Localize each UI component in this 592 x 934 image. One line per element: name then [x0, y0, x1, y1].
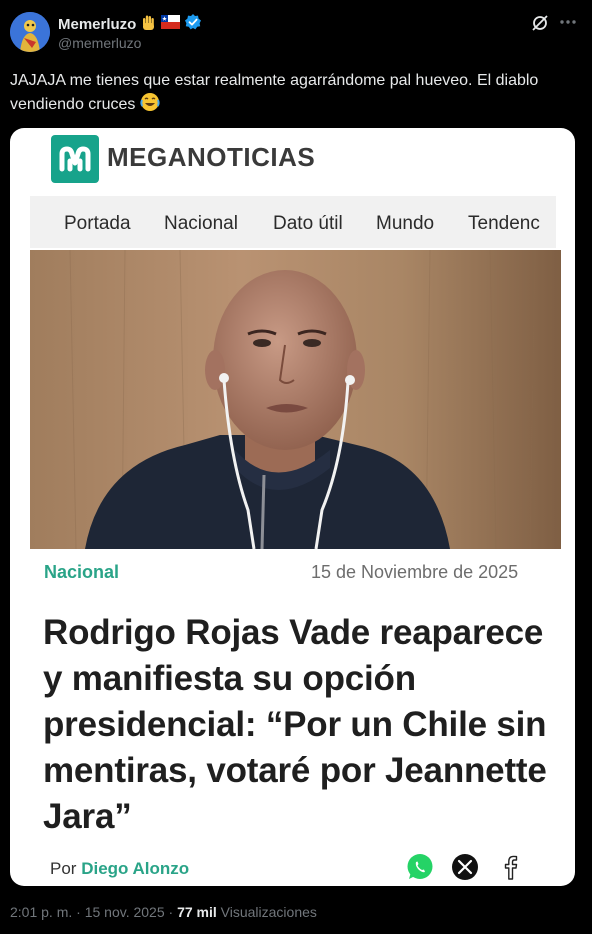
nav-item-mundo[interactable]: Mundo	[376, 213, 434, 235]
tweet-meta: 2:01 p. m. · 15 nov. 2025 · 77 mil Visua…	[10, 904, 317, 920]
handle[interactable]: @memerluzo	[58, 35, 141, 51]
nav-item-portada[interactable]: Portada	[64, 213, 131, 235]
nav-item-tendencias[interactable]: Tendenc	[468, 213, 540, 235]
display-name[interactable]: Memerluzo	[58, 16, 136, 33]
x-icon[interactable]	[451, 853, 479, 881]
article-photo	[30, 250, 561, 549]
article-card[interactable]: MEGANOTICIAS Portada Nacional Dato útil …	[10, 128, 575, 886]
tweet-text-body: JAJAJA me tienes que estar realmente aga…	[10, 72, 539, 113]
article-date: 15 de Noviembre de 2025	[311, 562, 519, 582]
nav-item-dato-util[interactable]: Dato útil	[273, 213, 343, 235]
timestamp[interactable]: 2:01 p. m. · 15 nov. 2025 ·	[10, 904, 173, 920]
byline-prefix: Por	[50, 859, 77, 878]
more-icon[interactable]	[558, 12, 578, 32]
meganoticias-logo-icon	[51, 135, 99, 183]
byline: Por Diego Alonzo	[50, 859, 189, 879]
facebook-icon[interactable]	[496, 853, 524, 881]
chile-flag	[161, 15, 181, 34]
article-category[interactable]: Nacional	[44, 562, 119, 583]
views-label: Visualizaciones	[220, 904, 317, 920]
tweet-text: JAJAJA me tienes que estar realmente aga…	[10, 69, 580, 119]
verified-badge[interactable]	[184, 13, 202, 36]
avatar[interactable]	[10, 12, 50, 52]
nav-item-nacional[interactable]: Nacional	[164, 213, 238, 235]
views-count: 77 mil	[177, 904, 217, 920]
article-nav: Portada Nacional Dato útil Mundo Tendenc	[30, 196, 556, 248]
byline-author[interactable]: Diego Alonzo	[81, 859, 189, 878]
grok-icon[interactable]	[530, 13, 550, 33]
laughing-emoji	[140, 92, 160, 119]
article-headline[interactable]: Rodrigo Rojas Vade reaparece y manifiest…	[43, 610, 553, 840]
raised-hand-emoji	[140, 14, 157, 36]
brand-name: MEGANOTICIAS	[107, 142, 316, 172]
whatsapp-icon[interactable]	[406, 853, 434, 881]
